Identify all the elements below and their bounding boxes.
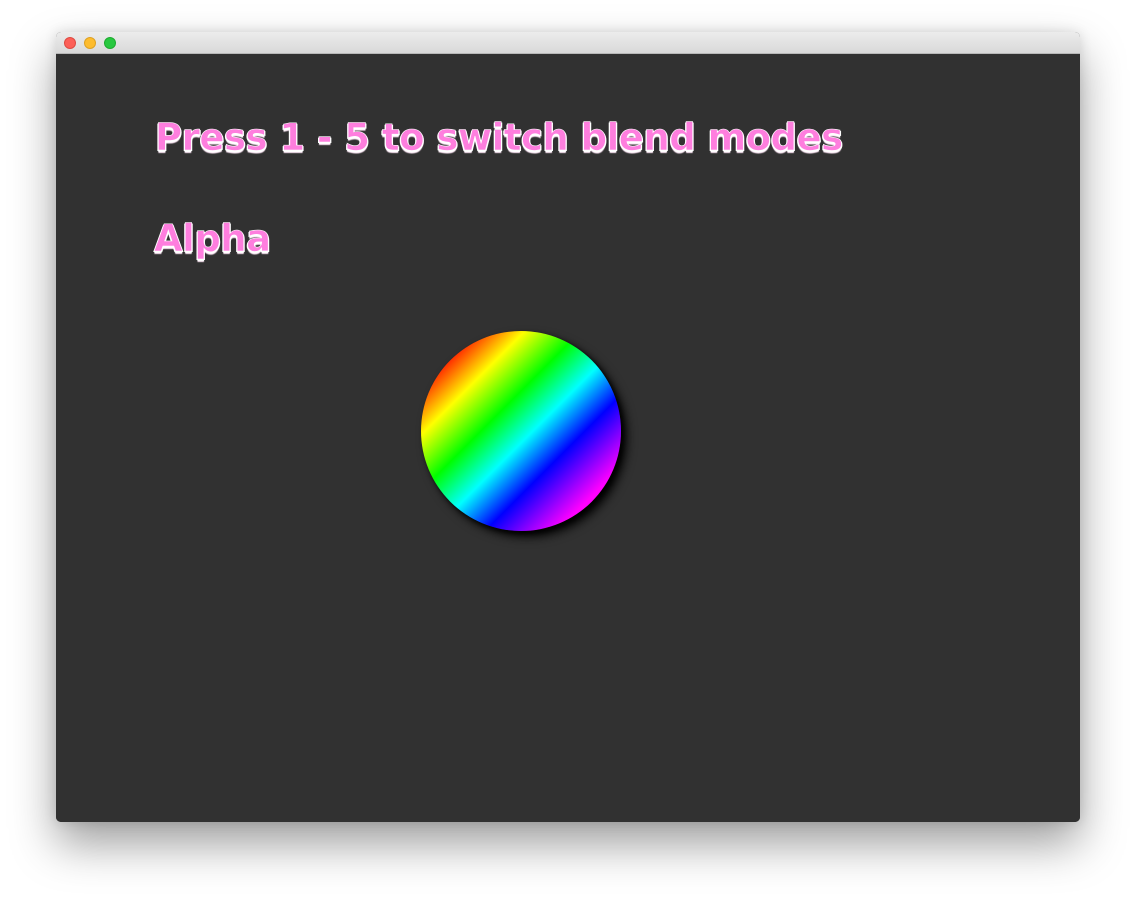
blend-mode-label: Alpha: [154, 217, 272, 261]
zoom-button[interactable]: [104, 37, 116, 49]
game-canvas[interactable]: Press 1 - 5 to switch blend modes Alpha: [56, 54, 1080, 822]
rainbow-orb-sprite: [421, 331, 621, 531]
close-button[interactable]: [64, 37, 76, 49]
app-window: Press 1 - 5 to switch blend modes Alpha: [56, 32, 1080, 822]
minimize-button[interactable]: [84, 37, 96, 49]
instructions-text: Press 1 - 5 to switch blend modes: [155, 116, 844, 160]
title-bar[interactable]: [56, 32, 1080, 54]
